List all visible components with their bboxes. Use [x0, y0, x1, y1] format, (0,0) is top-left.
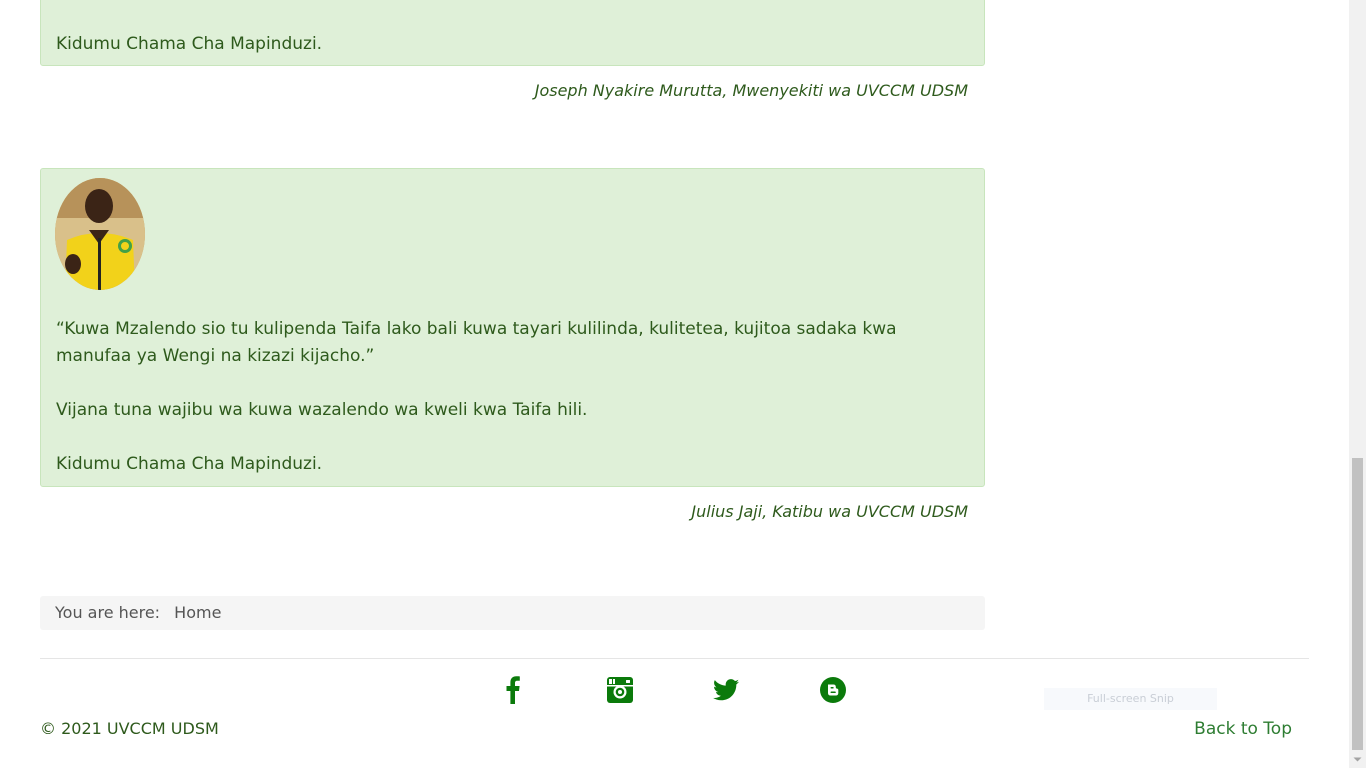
- facebook-icon: [506, 676, 520, 704]
- footer-copyright: © 2021 UVCCM UDSM: [40, 719, 219, 738]
- testimonial-closing: Kidumu Chama Cha Mapinduzi.: [56, 34, 323, 54]
- testimonial-box: “Kuwa Mzalendo sio tu kulipenda Taifa la…: [40, 168, 985, 487]
- back-to-top-link[interactable]: Back to Top: [1194, 719, 1292, 739]
- avatar: [55, 178, 145, 290]
- testimonial-closing: Kidumu Chama Cha Mapinduzi.: [56, 454, 323, 474]
- twitter-link[interactable]: [711, 675, 741, 705]
- blogger-icon: [820, 677, 846, 703]
- full-screen-snip-button[interactable]: Full-screen Snip: [1044, 688, 1217, 710]
- instagram-icon: [607, 677, 633, 703]
- instagram-link[interactable]: [605, 675, 635, 705]
- twitter-icon: [713, 679, 739, 701]
- scrollbar-thumb[interactable]: [1352, 458, 1363, 750]
- testimonial-message: Vijana tuna wajibu wa kuwa wazalendo wa …: [56, 400, 588, 420]
- breadcrumb-home: Home: [174, 603, 222, 622]
- testimonial-author: Julius Jaji, Katibu wa UVCCM UDSM: [691, 502, 968, 521]
- page: Kidumu Chama Cha Mapinduzi. Joseph Nyaki…: [0, 0, 1349, 768]
- testimonial-box: Kidumu Chama Cha Mapinduzi.: [40, 0, 985, 66]
- testimonial-author: Joseph Nyakire Murutta, Mwenyekiti wa UV…: [534, 81, 968, 100]
- breadcrumb: You are here: Home: [40, 596, 985, 630]
- footer-divider: [40, 658, 1309, 659]
- facebook-link[interactable]: [498, 675, 528, 705]
- testimonial-quote: “Kuwa Mzalendo sio tu kulipenda Taifa la…: [56, 319, 897, 366]
- breadcrumb-label: You are here:: [55, 603, 161, 622]
- scroll-down-arrow-icon[interactable]: [1353, 755, 1362, 764]
- vertical-scrollbar[interactable]: [1349, 0, 1366, 768]
- blogger-link[interactable]: [818, 675, 848, 705]
